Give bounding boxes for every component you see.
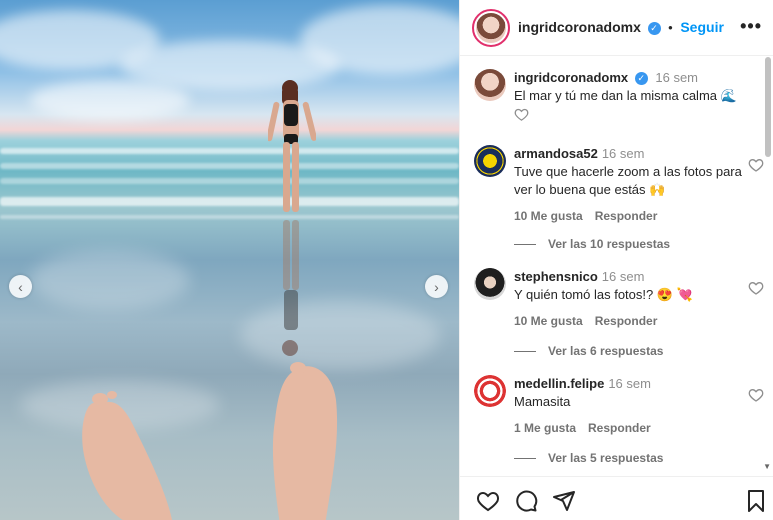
more-options-icon[interactable]: ••• xyxy=(740,16,762,37)
comment-heart-icon[interactable] xyxy=(748,157,764,173)
left-foot xyxy=(82,391,172,520)
person-reflection xyxy=(282,220,299,356)
comment-time[interactable]: 16 sem xyxy=(602,269,645,284)
comment-heart-icon[interactable] xyxy=(748,387,764,403)
caption-avatar[interactable] xyxy=(474,69,506,101)
comment-avatar[interactable] xyxy=(474,268,506,300)
post-side-panel: ingridcoronadomx ✓ • Seguir ••• ingridco… xyxy=(459,0,773,520)
comment-text: Tuve que hacerle zoom a las fotos para v… xyxy=(514,164,742,197)
right-foot xyxy=(272,362,338,520)
author-username[interactable]: ingridcoronadomx xyxy=(518,19,641,35)
comments-list[interactable]: ingridcoronadomx ✓ 16 sem El mar y tú me… xyxy=(460,57,773,475)
reply-button[interactable]: Responder xyxy=(595,314,658,328)
view-replies-button[interactable]: Ver las 5 respuestas xyxy=(514,451,663,465)
verified-icon: ✓ xyxy=(634,72,648,86)
follow-button[interactable]: Seguir xyxy=(680,19,724,35)
prev-photo-button[interactable]: ‹ xyxy=(9,275,32,298)
scroll-down-icon[interactable]: ▼ xyxy=(763,462,771,471)
comments-scrollbar[interactable] xyxy=(765,57,771,157)
caption-time[interactable]: 16 sem xyxy=(655,70,698,85)
comment-likes[interactable]: 1 Me gusta xyxy=(514,421,576,435)
view-replies-label[interactable]: Ver las 5 respuestas xyxy=(548,451,663,465)
view-replies-label[interactable]: Ver las 10 respuestas xyxy=(548,237,670,251)
caption-username[interactable]: ingridcoronadomx xyxy=(514,70,628,85)
bookmark-icon[interactable] xyxy=(744,489,768,513)
caption-heart-icon[interactable] xyxy=(514,107,529,122)
reply-button[interactable]: Responder xyxy=(595,209,658,223)
send-icon[interactable] xyxy=(552,489,576,513)
view-replies-button[interactable]: Ver las 10 respuestas xyxy=(514,237,670,251)
next-photo-button[interactable]: › xyxy=(425,275,448,298)
post-header: ingridcoronadomx ✓ • Seguir ••• xyxy=(460,0,773,56)
comment-avatar[interactable] xyxy=(474,375,506,407)
view-replies-label[interactable]: Ver las 6 respuestas xyxy=(548,344,663,358)
comment-time[interactable]: 16 sem xyxy=(602,146,645,161)
comment-username[interactable]: medellin.felipe xyxy=(514,376,604,391)
comment-text: Mamasita xyxy=(514,394,571,409)
reply-button[interactable]: Responder xyxy=(588,421,651,435)
comment-time[interactable]: 16 sem xyxy=(608,376,651,391)
comment-likes[interactable]: 10 Me gusta xyxy=(514,209,583,223)
comment-heart-icon[interactable] xyxy=(748,280,764,296)
post-actions xyxy=(460,476,773,520)
comment-avatar[interactable] xyxy=(474,145,506,177)
comment-username[interactable]: stephensnico xyxy=(514,269,598,284)
comment-username[interactable]: armandosa52 xyxy=(514,146,598,161)
person-figure xyxy=(268,80,316,212)
verified-icon: ✓ xyxy=(647,22,661,36)
heart-icon[interactable] xyxy=(476,489,500,513)
comment-likes[interactable]: 10 Me gusta xyxy=(514,314,583,328)
comment-text: Y quién tomó las fotos!? 😍 💘 xyxy=(514,287,693,302)
post-photo[interactable]: ‹ › xyxy=(0,0,459,520)
view-replies-button[interactable]: Ver las 6 respuestas xyxy=(514,344,663,358)
author-avatar[interactable] xyxy=(472,9,510,47)
comment-icon[interactable] xyxy=(514,489,538,513)
caption-text: El mar y tú me dan la misma calma 🌊 xyxy=(514,88,737,103)
